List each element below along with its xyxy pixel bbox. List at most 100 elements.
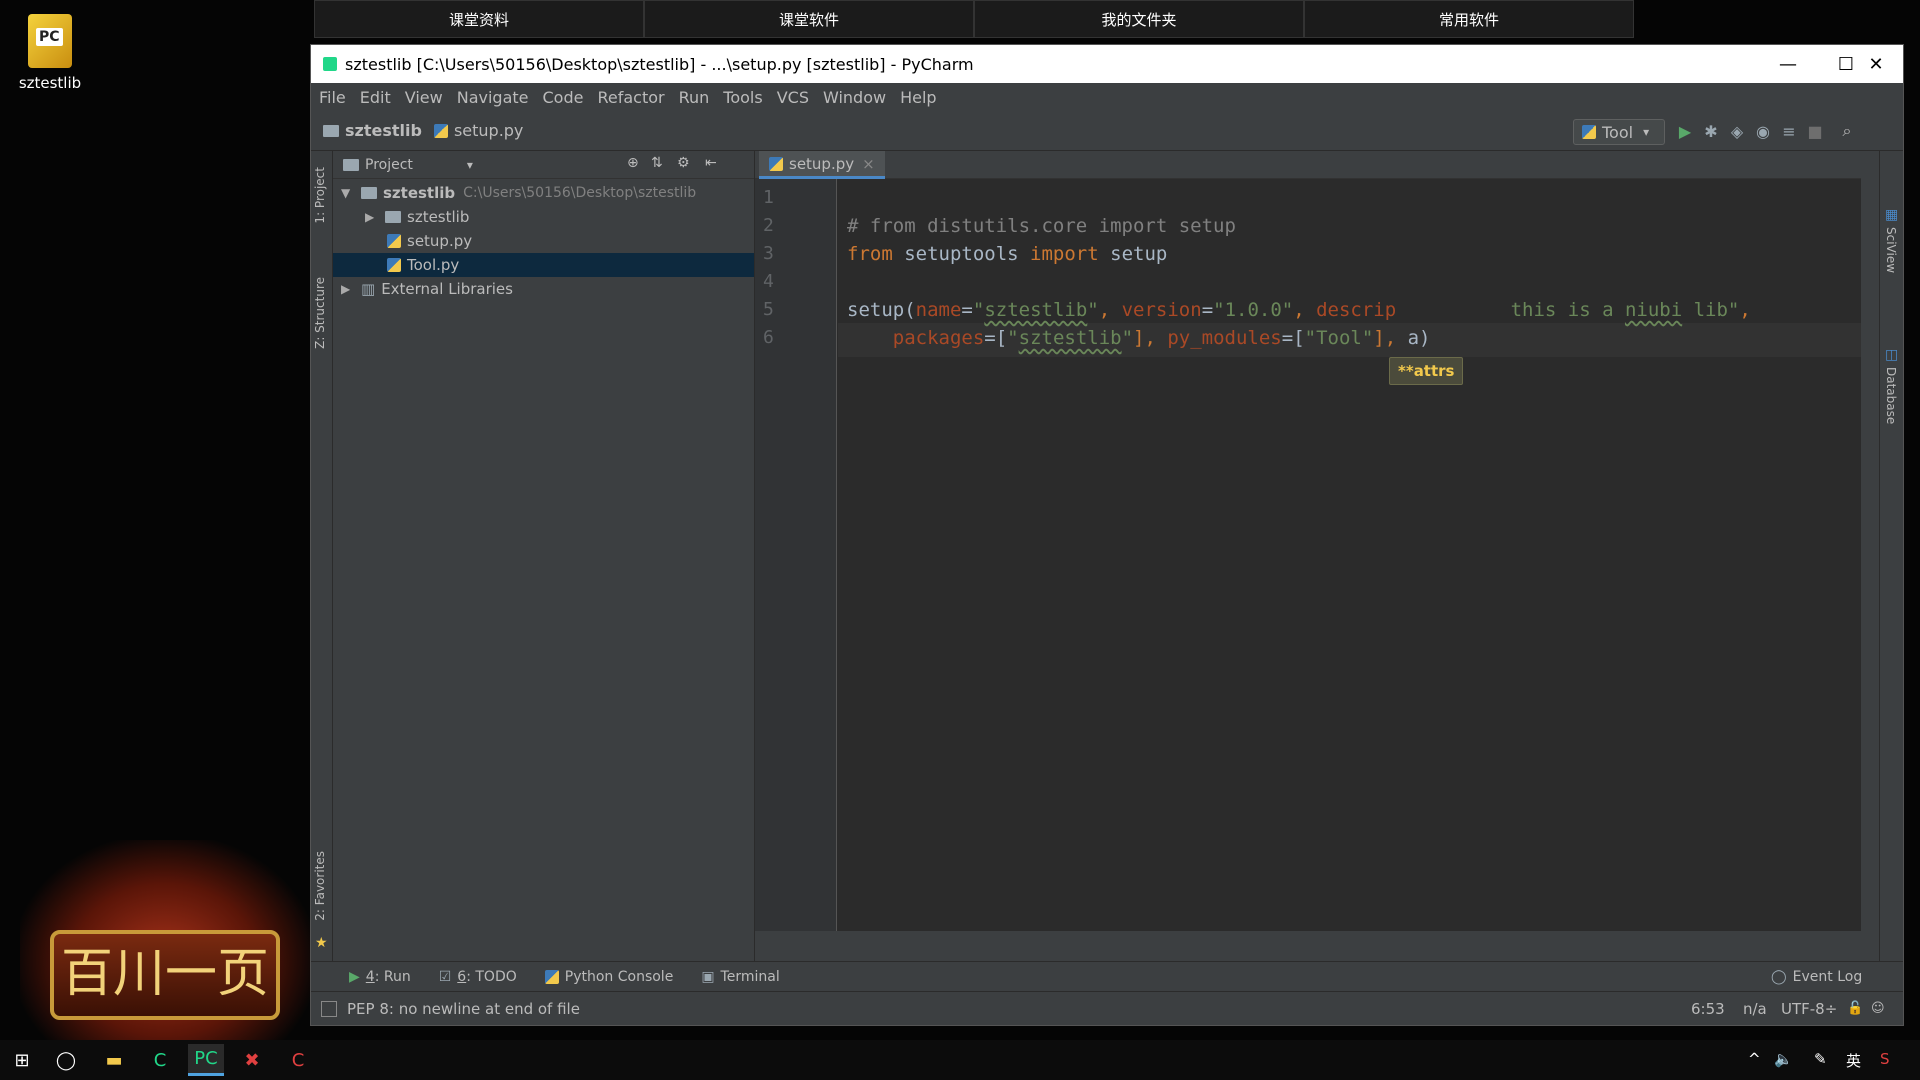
cortana-search-icon[interactable]: ◯ — [48, 1044, 84, 1076]
python-file-icon — [433, 123, 448, 138]
menu-vcs[interactable]: VCS — [777, 88, 809, 107]
tab-project[interactable]: 1: Project — [313, 167, 327, 224]
tab-database[interactable]: Database — [1884, 367, 1898, 424]
tool-event-log[interactable]: ◯ Event Log — [1771, 969, 1862, 985]
concurrency-icon[interactable]: ≡ — [1779, 121, 1799, 141]
run-icon: ▶ — [349, 968, 360, 985]
line-number: 2 — [763, 215, 774, 236]
stop-icon[interactable]: ■ — [1805, 121, 1825, 141]
breadcrumb-project[interactable]: sztestlib — [323, 121, 422, 140]
expand-arrow-icon[interactable]: ▼ — [341, 186, 355, 200]
profile-icon[interactable]: ◉ — [1753, 121, 1773, 141]
caret-position[interactable]: 6:53 — [1691, 1000, 1725, 1018]
lock-icon[interactable]: 🔓 — [1847, 1001, 1863, 1016]
expand-arrow-icon[interactable]: ▶ — [365, 210, 379, 224]
menu-code[interactable]: Code — [543, 88, 584, 107]
tab-sciview[interactable]: SciView — [1884, 227, 1898, 273]
star-icon: ★ — [315, 935, 328, 951]
menu-navigate[interactable]: Navigate — [457, 88, 529, 107]
editor-tab-setup-py[interactable]: setup.py × — [759, 151, 885, 179]
breadcrumb-file-label: setup.py — [453, 121, 524, 140]
tree-item-package[interactable]: ▶ sztestlib — [333, 205, 754, 229]
folder-icon — [323, 124, 339, 137]
code-line-2: # from distutils.core import setup — [847, 215, 1236, 237]
gear-icon[interactable]: ⚙ — [677, 155, 690, 171]
close-button[interactable]: ✕ — [1847, 45, 1905, 83]
hide-panel-icon[interactable]: ⇤ — [705, 155, 717, 171]
menu-view[interactable]: View — [405, 88, 443, 107]
editor-tab-bar: setup.py × — [755, 151, 1861, 179]
desktop-icon-label: sztestlib — [18, 74, 82, 92]
tool-run[interactable]: ▶ 4: Run — [349, 969, 411, 985]
python-file-icon — [387, 258, 401, 272]
windows-taskbar: ⊞ ◯ ▬ C PC ✖ C ^ 🔈 ✎ 英 S — [0, 1040, 1920, 1080]
chevron-down-icon[interactable]: ▾ — [467, 158, 473, 172]
top-tab-my-folder[interactable]: 我的文件夹 — [974, 0, 1304, 38]
tree-item-tool-py[interactable]: Tool.py — [333, 253, 754, 277]
tool-python-console[interactable]: Python Console — [544, 969, 673, 985]
close-tab-icon[interactable]: × — [862, 155, 875, 173]
tab-favorites[interactable]: 2: Favorites — [313, 851, 327, 921]
breadcrumb-file[interactable]: setup.py — [433, 121, 524, 140]
menu-tools[interactable]: Tools — [723, 88, 762, 107]
sciview-icon: ▦ — [1885, 207, 1899, 223]
tool-run-label: : Run — [374, 968, 411, 985]
run-configuration-select[interactable]: Tool ▾ — [1573, 119, 1665, 145]
pycharm-taskbar-icon[interactable]: PC — [188, 1044, 224, 1076]
tool-todo[interactable]: ☑ 6: TODO — [439, 969, 517, 985]
file-encoding[interactable]: UTF-8÷ — [1781, 1000, 1837, 1018]
event-log-icon: ◯ — [1771, 968, 1787, 985]
top-tab-class-software[interactable]: 课堂软件 — [644, 0, 974, 38]
project-panel-title: Project — [365, 156, 413, 173]
menu-window[interactable]: Window — [823, 88, 886, 107]
project-panel: Project ▾ ⊕ ⇅ ⚙ ⇤ ▼ sztestlib C:\Users\5… — [333, 151, 755, 961]
menu-refactor[interactable]: Refactor — [597, 88, 664, 107]
ime-indicator[interactable]: 英 — [1846, 1050, 1861, 1071]
tab-structure[interactable]: Z: Structure — [313, 277, 327, 349]
coverage-icon[interactable]: ◈ — [1727, 121, 1747, 141]
volume-icon[interactable]: 🔈 — [1774, 1050, 1793, 1068]
tool-todo-hotkey: 6 — [457, 968, 467, 985]
tree-item-external-libraries[interactable]: ▶ ▥ External Libraries — [333, 277, 754, 301]
menu-file[interactable]: File — [319, 88, 346, 107]
debug-icon[interactable]: ✱ — [1701, 121, 1721, 141]
sogou-icon[interactable]: S — [1880, 1050, 1890, 1068]
tree-item-project-root[interactable]: ▼ sztestlib C:\Users\50156\Desktop\sztes… — [333, 181, 754, 205]
project-panel-header: Project ▾ ⊕ ⇅ ⚙ ⇤ — [333, 151, 754, 179]
tree-item-label: setup.py — [407, 232, 473, 250]
app-red-c-icon[interactable]: C — [280, 1044, 316, 1076]
windows-start-icon[interactable]: ⊞ — [4, 1044, 40, 1076]
run-icon[interactable]: ▶ — [1675, 121, 1695, 141]
toggle-tool-windows-icon[interactable] — [321, 1000, 337, 1017]
minimize-button[interactable]: — — [1759, 45, 1817, 83]
expand-arrow-icon[interactable]: ▶ — [341, 282, 355, 296]
menu-edit[interactable]: Edit — [360, 88, 391, 107]
code-editor[interactable]: 1 2 3 4 5 6 # from distutils.core import… — [755, 179, 1861, 931]
pen-icon[interactable]: ✎ — [1814, 1050, 1827, 1068]
collapse-all-icon[interactable]: ⇅ — [651, 155, 663, 171]
locate-icon[interactable]: ⊕ — [627, 155, 639, 171]
tree-item-setup-py[interactable]: setup.py — [333, 229, 754, 253]
top-tab-class-materials[interactable]: 课堂资料 — [314, 0, 644, 38]
tool-event-log-label: Event Log — [1792, 968, 1863, 985]
tree-item-path: C:\Users\50156\Desktop\sztestlib — [463, 185, 697, 201]
inspector-icon[interactable]: ☺ — [1871, 1001, 1885, 1016]
line-number: 1 — [763, 187, 774, 208]
line-separator[interactable]: n/a — [1743, 1000, 1767, 1018]
pycharm-project-icon — [28, 14, 72, 68]
file-explorer-icon[interactable]: ▬ — [96, 1044, 132, 1076]
tree-item-label: sztestlib — [383, 184, 456, 202]
todo-icon: ☑ — [438, 968, 452, 985]
tree-item-label: sztestlib — [407, 208, 470, 226]
menu-help[interactable]: Help — [900, 88, 936, 107]
xmind-icon[interactable]: ✖ — [234, 1044, 270, 1076]
tool-todo-label: : TODO — [466, 968, 517, 985]
tool-terminal[interactable]: ▣ Terminal — [701, 969, 779, 985]
app-c-icon[interactable]: C — [142, 1044, 178, 1076]
menu-run[interactable]: Run — [679, 88, 710, 107]
search-icon[interactable]: ⌕ — [1837, 121, 1857, 141]
desktop-icon-sztestlib[interactable]: sztestlib — [14, 14, 86, 92]
library-icon: ▥ — [361, 280, 376, 298]
top-tab-common-software[interactable]: 常用软件 — [1304, 0, 1634, 38]
chevron-up-icon[interactable]: ^ — [1748, 1050, 1761, 1068]
